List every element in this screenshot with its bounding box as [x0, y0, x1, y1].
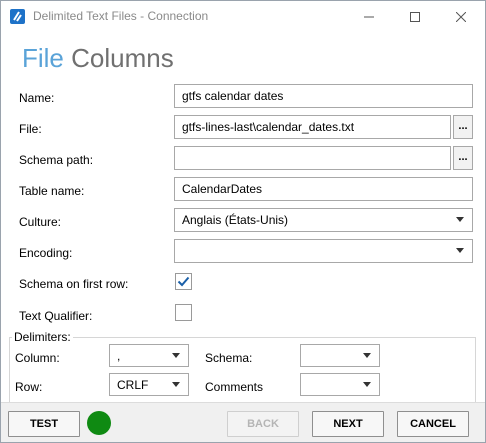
column-delimiter-value: ,: [117, 349, 121, 363]
encoding-label: Encoding:: [19, 246, 73, 260]
chevron-down-icon: [363, 382, 371, 387]
next-button[interactable]: NEXT: [312, 411, 384, 437]
close-button[interactable]: [438, 1, 484, 32]
app-logo-icon: [10, 9, 25, 24]
back-button[interactable]: BACK: [227, 411, 299, 437]
checkmark-icon: [177, 276, 190, 287]
row-delimiter-value: CRLF: [117, 378, 149, 392]
text-qualifier-label: Text Qualifier:: [19, 309, 93, 323]
table-name-label: Table name:: [19, 184, 85, 198]
page-heading: File Columns: [22, 43, 174, 74]
schema-path-input[interactable]: [174, 146, 451, 170]
schema-first-row-label: Schema on first row:: [19, 277, 129, 291]
chevron-down-icon: [456, 248, 464, 253]
minimize-icon: [364, 16, 374, 17]
chevron-down-icon: [172, 382, 180, 387]
chevron-down-icon: [172, 353, 180, 358]
culture-select[interactable]: Anglais (États-Unis): [174, 208, 473, 232]
file-browse-button[interactable]: ...: [453, 115, 473, 139]
row-delimiter-label: Row:: [15, 380, 43, 394]
culture-label: Culture:: [19, 215, 62, 229]
column-delimiter-label: Column:: [15, 351, 60, 365]
comments-delimiter-label: Comments: [205, 380, 264, 394]
dialog-footer: TEST BACK NEXT CANCEL: [1, 402, 485, 442]
row-delimiter-select[interactable]: CRLF: [109, 373, 189, 396]
chevron-down-icon: [456, 217, 464, 222]
file-input[interactable]: gtfs-lines-last\calendar_dates.txt: [174, 115, 451, 139]
schema-path-label: Schema path:: [19, 153, 94, 167]
name-label: Name:: [19, 91, 55, 105]
maximize-button[interactable]: [392, 1, 438, 32]
schema-delimiter-select[interactable]: [300, 344, 380, 367]
comments-delimiter-select[interactable]: [300, 373, 380, 396]
test-button[interactable]: TEST: [8, 411, 80, 437]
heading-file-tab[interactable]: File: [22, 43, 64, 73]
text-qualifier-checkbox[interactable]: [175, 304, 192, 321]
schema-delimiter-label: Schema:: [205, 351, 253, 365]
maximize-icon: [410, 11, 420, 22]
schema-first-row-checkbox[interactable]: [175, 273, 192, 290]
culture-value: Anglais (États-Unis): [182, 213, 289, 227]
schema-path-browse-button[interactable]: ...: [453, 146, 473, 170]
title-bar: Delimited Text Files - Connection: [1, 1, 485, 32]
encoding-select[interactable]: [174, 239, 473, 263]
cancel-button[interactable]: CANCEL: [397, 411, 469, 437]
minimize-button[interactable]: [346, 1, 392, 32]
connection-status-indicator: [87, 411, 111, 435]
window-title: Delimited Text Files - Connection: [33, 9, 209, 23]
name-input[interactable]: gtfs calendar dates: [174, 84, 473, 108]
delimiters-legend: Delimiters:: [12, 330, 73, 344]
table-name-input[interactable]: CalendarDates: [174, 177, 473, 201]
chevron-down-icon: [363, 353, 371, 358]
file-label: File:: [19, 122, 42, 136]
close-icon: [456, 11, 466, 22]
heading-columns-tab[interactable]: Columns: [71, 43, 174, 73]
connection-dialog: Delimited Text Files - Connection File C…: [0, 0, 486, 443]
column-delimiter-select[interactable]: ,: [109, 344, 189, 367]
